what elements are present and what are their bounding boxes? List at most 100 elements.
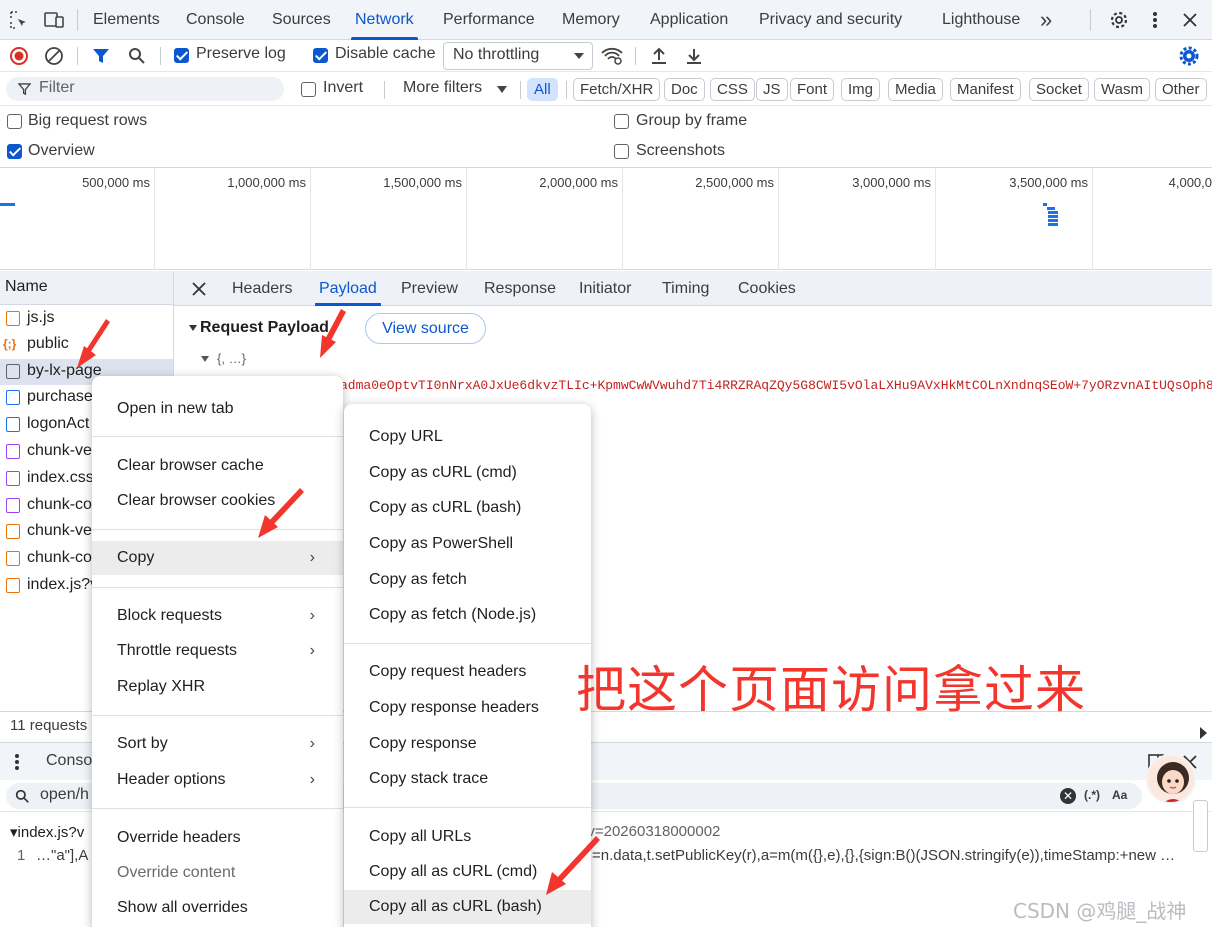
filter-chip-css[interactable]: CSS bbox=[710, 78, 755, 101]
tab-console[interactable]: Console bbox=[186, 0, 245, 40]
clear-icon[interactable] bbox=[43, 45, 65, 67]
tab-initiator[interactable]: Initiator bbox=[579, 271, 631, 306]
big-request-rows-label: Big request rows bbox=[28, 112, 148, 129]
menu-item-copy[interactable]: Copy › bbox=[92, 541, 343, 575]
tab-headers[interactable]: Headers bbox=[232, 271, 292, 306]
view-source-button[interactable]: View source bbox=[365, 313, 486, 344]
menu-item-copy-response[interactable]: Copy response bbox=[344, 727, 591, 761]
filter-chip-media[interactable]: Media bbox=[888, 78, 943, 101]
list-item[interactable]: {;} public bbox=[0, 332, 173, 358]
menu-item-block-requests[interactable]: Block requests › bbox=[92, 599, 343, 633]
tab-memory[interactable]: Memory bbox=[562, 0, 620, 40]
more-options-icon[interactable] bbox=[1145, 9, 1165, 31]
network-settings-gear-icon[interactable] bbox=[1178, 45, 1200, 67]
payload-section-toggle[interactable]: Request Payload bbox=[186, 318, 336, 340]
tab-timing[interactable]: Timing bbox=[662, 271, 709, 306]
drawer-tab-console[interactable]: Conso bbox=[46, 752, 92, 770]
overview-checkbox[interactable] bbox=[7, 144, 22, 159]
menu-item-copy-as-fetch[interactable]: Copy as fetch bbox=[344, 563, 591, 597]
close-detail-icon[interactable] bbox=[190, 280, 208, 298]
filter-chip-manifest[interactable]: Manifest bbox=[950, 78, 1021, 101]
inspect-element-icon[interactable] bbox=[8, 9, 30, 31]
menu-item-open-in-new-tab[interactable]: Open in new tab bbox=[92, 392, 343, 426]
menu-item-copy-all-urls[interactable]: Copy all URLs bbox=[344, 820, 591, 854]
chevron-down-icon bbox=[574, 53, 584, 59]
menu-item-copy-as-curl-cmd[interactable]: Copy as cURL (cmd) bbox=[344, 456, 591, 490]
tab-elements[interactable]: Elements bbox=[93, 0, 160, 40]
overview-bar-cluster bbox=[1043, 203, 1059, 229]
search-icon[interactable] bbox=[126, 45, 148, 67]
tab-response[interactable]: Response bbox=[484, 271, 556, 306]
drawer-menu-icon[interactable] bbox=[10, 752, 24, 772]
match-case-toggle[interactable]: Aa bbox=[1112, 788, 1127, 802]
filter-chip-wasm[interactable]: Wasm bbox=[1094, 78, 1150, 101]
tab-cookies[interactable]: Cookies bbox=[738, 271, 796, 306]
menu-item-copy-as-fetch-nodejs[interactable]: Copy as fetch (Node.js) bbox=[344, 598, 591, 632]
menu-item-replay-xhr[interactable]: Replay XHR bbox=[92, 670, 343, 704]
tab-sources[interactable]: Sources bbox=[272, 0, 331, 40]
throttling-select[interactable]: No throttling bbox=[443, 42, 593, 70]
tab-preview[interactable]: Preview bbox=[401, 271, 458, 306]
filter-chip-all[interactable]: All bbox=[527, 78, 558, 101]
group-by-frame-checkbox[interactable] bbox=[614, 114, 629, 129]
menu-item-clear-browser-cache[interactable]: Clear browser cache bbox=[92, 449, 343, 483]
menu-item-copy-as-curl-bash[interactable]: Copy as cURL (bash) bbox=[344, 491, 591, 525]
filter-chip-fetch-xhr[interactable]: Fetch/XHR bbox=[573, 78, 661, 101]
name-column-header[interactable]: Name bbox=[0, 271, 173, 305]
filter-chip-font[interactable]: Font bbox=[790, 78, 835, 101]
submenu-arrow-icon: › bbox=[309, 642, 315, 659]
device-toolbar-icon[interactable] bbox=[42, 9, 66, 31]
record-stop-icon[interactable] bbox=[8, 45, 30, 67]
menu-item-copy-stack-trace[interactable]: Copy stack trace bbox=[344, 762, 591, 796]
preserve-log-checkbox[interactable] bbox=[174, 48, 189, 63]
export-har-icon[interactable] bbox=[683, 45, 705, 67]
vertical-scrollbar-thumb[interactable] bbox=[1193, 800, 1208, 852]
tab-lighthouse[interactable]: Lighthouse bbox=[942, 0, 1020, 40]
big-request-rows-checkbox[interactable] bbox=[7, 114, 22, 129]
more-filters-button[interactable]: More filters bbox=[403, 79, 482, 97]
list-item[interactable]: js.js bbox=[0, 306, 173, 332]
more-tabs-button[interactable]: » bbox=[1040, 0, 1052, 40]
regex-toggle[interactable]: (.*) bbox=[1084, 788, 1100, 802]
close-devtools-icon[interactable] bbox=[1180, 10, 1200, 30]
network-conditions-icon[interactable] bbox=[600, 45, 624, 67]
filter-funnel-icon[interactable] bbox=[90, 45, 112, 67]
menu-item-copy-all-as-curl-cmd[interactable]: Copy all as cURL (cmd) bbox=[344, 855, 591, 889]
script-file-icon bbox=[6, 551, 20, 566]
filter-chip-js[interactable]: JS bbox=[756, 78, 788, 101]
filter-chip-socket[interactable]: Socket bbox=[1029, 78, 1089, 101]
filter-chip-doc[interactable]: Doc bbox=[664, 78, 705, 101]
menu-item-clear-browser-cookies[interactable]: Clear browser cookies bbox=[92, 484, 343, 518]
group-by-frame-label: Group by frame bbox=[636, 112, 748, 129]
menu-item-override-headers[interactable]: Override headers bbox=[92, 821, 343, 855]
tab-privacy-security[interactable]: Privacy and security bbox=[759, 0, 902, 40]
menu-item-override-content[interactable]: Override content bbox=[92, 856, 343, 890]
filter-chip-img[interactable]: Img bbox=[841, 78, 881, 101]
tab-payload[interactable]: Payload bbox=[315, 271, 381, 306]
filter-input[interactable]: Filter bbox=[6, 77, 284, 101]
settings-gear-icon[interactable] bbox=[1108, 9, 1130, 31]
menu-item-throttle-requests[interactable]: Throttle requests › bbox=[92, 634, 343, 668]
invert-checkbox[interactable] bbox=[301, 82, 316, 97]
tab-performance[interactable]: Performance bbox=[443, 0, 535, 40]
menu-item-header-options[interactable]: Header options › bbox=[92, 763, 343, 797]
menu-item-copy-url[interactable]: Copy URL bbox=[344, 420, 591, 454]
menu-item-copy-as-powershell[interactable]: Copy as PowerShell bbox=[344, 527, 591, 561]
import-har-icon[interactable] bbox=[648, 45, 670, 67]
tab-application[interactable]: Application bbox=[650, 0, 728, 40]
horizontal-scrollbar-arrow[interactable] bbox=[1200, 727, 1207, 739]
tab-network[interactable]: Network bbox=[351, 0, 418, 40]
network-overview-timeline[interactable]: 500,000 ms 1,000,000 ms 1,500,000 ms 2,0… bbox=[0, 167, 1212, 270]
menu-item-sort-by[interactable]: Sort by › bbox=[92, 727, 343, 761]
filter-chip-other[interactable]: Other bbox=[1155, 78, 1207, 101]
disable-cache-checkbox[interactable] bbox=[313, 48, 328, 63]
document-file-icon bbox=[6, 364, 20, 379]
menu-item-copy-request-headers[interactable]: Copy request headers bbox=[344, 655, 591, 689]
menu-item-copy-response-headers[interactable]: Copy response headers bbox=[344, 691, 591, 725]
clear-search-icon[interactable]: ✕ bbox=[1060, 788, 1076, 804]
menu-item-show-all-overrides[interactable]: Show all overrides bbox=[92, 891, 343, 925]
filter-funnel-icon bbox=[18, 83, 31, 96]
menu-item-copy-all-as-curl-bash[interactable]: Copy all as cURL (bash) bbox=[344, 890, 591, 924]
screenshots-checkbox[interactable] bbox=[614, 144, 629, 159]
stylesheet-file-icon bbox=[6, 498, 20, 513]
